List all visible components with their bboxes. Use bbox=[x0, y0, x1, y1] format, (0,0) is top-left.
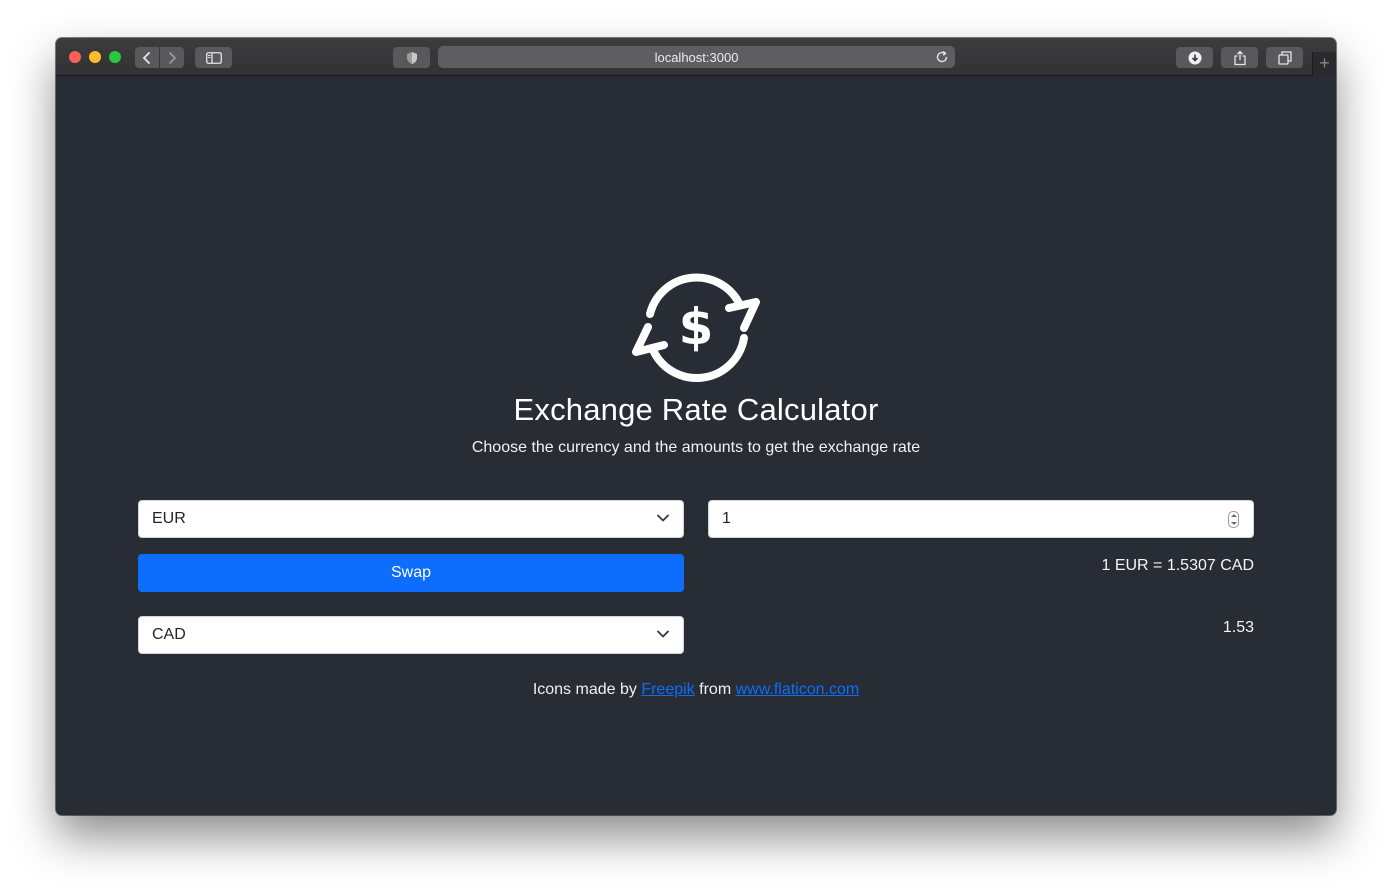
minimize-window-button[interactable] bbox=[89, 51, 101, 63]
browser-toolbar: localhost:3000 + bbox=[56, 38, 1336, 76]
icon-credits: Icons made by Freepik from www.flaticon.… bbox=[56, 681, 1336, 699]
sidebar-icon bbox=[205, 51, 222, 64]
shield-icon bbox=[406, 51, 417, 64]
chevron-left-icon bbox=[142, 51, 150, 64]
amount-value: 1 bbox=[722, 510, 731, 527]
page-title: Exchange Rate Calculator bbox=[513, 392, 879, 427]
chevron-down-icon bbox=[657, 514, 669, 522]
sidebar-toggle-button[interactable] bbox=[195, 47, 232, 68]
to-currency-select[interactable]: CAD bbox=[138, 616, 684, 654]
chevron-right-icon bbox=[169, 51, 177, 64]
tab-overview-button[interactable] bbox=[1266, 47, 1303, 68]
from-currency-value: EUR bbox=[152, 510, 186, 527]
app-page: $ Exchange Rate Calculator Choose the cu… bbox=[56, 76, 1336, 815]
exchange-rate-text: 1 EUR = 1.5307 CAD bbox=[1101, 557, 1254, 574]
forward-button[interactable] bbox=[160, 47, 184, 68]
freepik-link[interactable]: Freepik bbox=[641, 681, 694, 698]
page-subtitle: Choose the currency and the amounts to g… bbox=[471, 439, 921, 456]
browser-window: localhost:3000 + $ Exchange Rate Calcula… bbox=[56, 38, 1336, 815]
tabs-icon bbox=[1277, 50, 1292, 65]
address-bar[interactable]: localhost:3000 bbox=[438, 46, 955, 68]
share-icon bbox=[1233, 50, 1246, 65]
swap-button[interactable]: Swap bbox=[138, 554, 684, 592]
number-stepper[interactable] bbox=[1228, 511, 1239, 528]
flaticon-link[interactable]: www.flaticon.com bbox=[736, 681, 860, 698]
url-text: localhost:3000 bbox=[654, 49, 739, 65]
privacy-report-button[interactable] bbox=[393, 47, 430, 68]
converted-amount: 1.53 bbox=[1222, 619, 1254, 636]
amount-input[interactable]: 1 bbox=[708, 500, 1254, 538]
back-button[interactable] bbox=[135, 47, 159, 68]
credits-middle: from bbox=[699, 681, 732, 698]
new-tab-button[interactable]: + bbox=[1312, 52, 1336, 76]
to-currency-value: CAD bbox=[152, 626, 186, 643]
credits-prefix: Icons made by bbox=[532, 681, 637, 698]
reload-icon[interactable] bbox=[935, 50, 949, 64]
zoom-window-button[interactable] bbox=[109, 51, 121, 63]
close-window-button[interactable] bbox=[69, 51, 81, 63]
currency-exchange-icon: $ bbox=[632, 273, 760, 382]
from-currency-select[interactable]: EUR bbox=[138, 500, 684, 538]
chevron-down-icon bbox=[657, 630, 669, 638]
downloads-button[interactable] bbox=[1176, 47, 1213, 68]
share-button[interactable] bbox=[1221, 47, 1258, 68]
download-icon bbox=[1188, 51, 1201, 64]
svg-text:$: $ bbox=[679, 298, 714, 356]
